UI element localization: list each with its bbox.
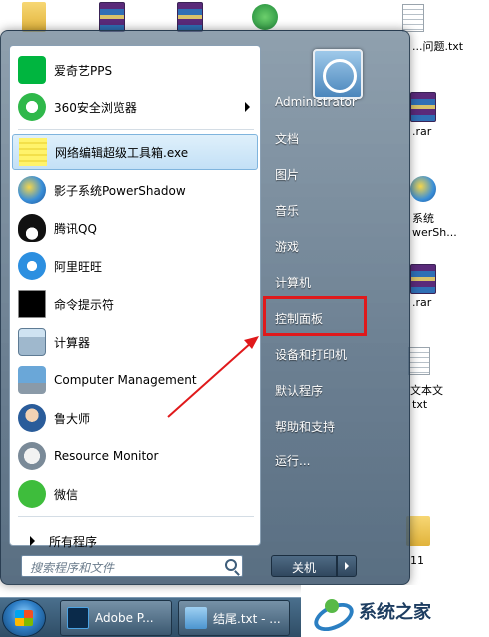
program-label: Computer Management	[54, 373, 197, 387]
program-item-computer-management[interactable]: Computer Management	[12, 362, 258, 398]
qq-icon	[18, 214, 46, 242]
program-item-qq[interactable]: 腾讯QQ	[12, 210, 258, 246]
right-item-administrator[interactable]: Administrator	[269, 88, 399, 118]
watermark-text: 系统之家	[359, 602, 431, 623]
all-programs-arrow-icon	[30, 536, 35, 546]
powershadow-icon	[18, 176, 46, 204]
aliwangwang-icon	[18, 252, 46, 280]
right-item-documents[interactable]: 文档	[269, 123, 399, 153]
right-item-run[interactable]: 运行...	[269, 445, 399, 475]
separator	[18, 129, 254, 130]
shutdown-button[interactable]: 关机	[271, 555, 337, 577]
watermark-logo-icon	[311, 593, 353, 629]
powershadow-desktop-icon[interactable]	[404, 172, 444, 208]
program-item-ludashi[interactable]: 鲁大师	[12, 400, 258, 436]
program-label: 腾讯QQ	[54, 221, 97, 236]
program-item-iqiyi[interactable]: 爱奇艺PPS	[12, 52, 258, 88]
exe-icon	[19, 138, 47, 166]
right-item-default-programs[interactable]: 默认程序	[269, 375, 399, 405]
program-label: Resource Monitor	[54, 449, 159, 463]
all-programs-button[interactable]: 所有程序	[18, 528, 258, 554]
right-item-devices-printers[interactable]: 设备和打印机	[269, 339, 399, 369]
360-browser-icon	[18, 93, 46, 121]
desktop-label-folder: 11	[410, 554, 424, 567]
computer-management-icon	[18, 366, 46, 394]
photoshop-icon	[67, 607, 89, 629]
notepad-icon	[185, 607, 207, 629]
program-label: 微信	[54, 487, 79, 502]
separator	[18, 516, 254, 517]
cmd-icon	[18, 290, 46, 318]
program-label: 命令提示符	[54, 297, 115, 312]
right-item-games[interactable]: 游戏	[269, 231, 399, 261]
search-placeholder: 搜索程序和文件	[30, 561, 115, 575]
search-input[interactable]: 搜索程序和文件	[21, 555, 243, 577]
program-label: 影子系统PowerShadow	[54, 183, 186, 198]
right-item-computer[interactable]: 计算机	[269, 267, 399, 297]
resource-monitor-icon	[18, 442, 46, 470]
search-icon[interactable]	[225, 559, 237, 571]
desktop-label-txt: ...问题.txt	[412, 40, 464, 53]
taskbar-label: 结尾.txt - ...	[213, 611, 281, 626]
desktop-label-rar: .rar	[412, 125, 432, 138]
watermark: 系统之家	[301, 585, 489, 637]
ludashi-icon	[18, 404, 46, 432]
start-button[interactable]	[2, 599, 46, 637]
program-item-360-browser[interactable]: 360安全浏览器	[12, 89, 258, 125]
iqiyi-icon	[18, 56, 46, 84]
program-item-aliwangwang[interactable]: 阿里旺旺	[12, 248, 258, 284]
desktop-label-shadow-2: werSh...	[412, 226, 457, 239]
wechat-icon	[18, 480, 46, 508]
calculator-icon	[18, 328, 46, 356]
taskbar-button-notepad[interactable]: 结尾.txt - ...	[178, 600, 290, 636]
program-label: 360安全浏览器	[54, 100, 137, 115]
right-item-music[interactable]: 音乐	[269, 195, 399, 225]
shutdown-options-arrow-icon[interactable]	[337, 555, 357, 577]
desktop-label-txt2-1: 文本文	[410, 384, 443, 397]
start-menu-programs-pane: 爱奇艺PPS 360安全浏览器 网络编辑超级工具箱.exe 影子系统PowerS…	[9, 45, 261, 549]
taskbar-label: Adobe P...	[95, 611, 154, 625]
program-item-powershadow[interactable]: 影子系统PowerShadow	[12, 172, 258, 208]
program-label: 爱奇艺PPS	[54, 63, 113, 78]
submenu-arrow-icon	[245, 102, 250, 112]
desktop-label-rar2: .rar	[412, 296, 432, 309]
program-label: 阿里旺旺	[54, 259, 103, 274]
taskbar-button-photoshop[interactable]: Adobe P...	[60, 600, 172, 636]
right-item-help-support[interactable]: 帮助和支持	[269, 411, 399, 441]
right-item-pictures[interactable]: 图片	[269, 159, 399, 189]
program-item-resource-monitor[interactable]: Resource Monitor	[12, 438, 258, 474]
all-programs-label: 所有程序	[49, 534, 98, 549]
program-item-cmd[interactable]: 命令提示符	[12, 286, 258, 322]
desktop-label-txt2-2: txt	[412, 398, 428, 411]
annotation-highlight-box	[263, 296, 367, 336]
program-label: 鲁大师	[54, 411, 91, 426]
program-item-web-toolbox[interactable]: 网络编辑超级工具箱.exe	[12, 134, 258, 170]
program-label: 计算器	[54, 335, 91, 350]
program-item-calculator[interactable]: 计算器	[12, 324, 258, 360]
program-label: 网络编辑超级工具箱.exe	[55, 145, 189, 160]
program-item-wechat[interactable]: 微信	[12, 476, 258, 512]
desktop-label-shadow-1: 系统	[412, 212, 434, 225]
